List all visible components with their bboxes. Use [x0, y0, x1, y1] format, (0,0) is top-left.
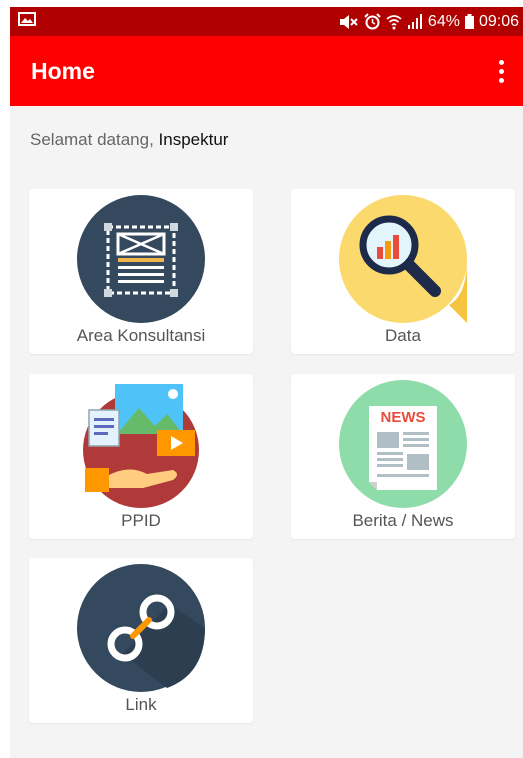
app-bar: Home: [10, 36, 523, 106]
signal-icon: [407, 14, 423, 29]
menu-tile-data[interactable]: Data: [291, 189, 515, 354]
welcome-message: Selamat datang, Inspektur: [30, 130, 228, 150]
status-bar: 64% 09:06: [10, 7, 523, 36]
media-hand-icon: [77, 380, 205, 508]
more-vert-dot: [498, 77, 504, 83]
menu-tile-area-konsultansi[interactable]: Area Konsultansi: [29, 189, 253, 354]
more-vert-dot: [498, 68, 504, 74]
more-vert-icon: [498, 59, 504, 65]
link-icon: [77, 564, 205, 692]
welcome-prefix: Selamat datang,: [30, 130, 154, 149]
wifi-icon: [386, 14, 402, 30]
menu-tile-label: Area Konsultansi: [76, 326, 206, 345]
home-content: Selamat datang, Inspektur Area Konsultan…: [10, 106, 523, 758]
overflow-menu-button[interactable]: [489, 53, 513, 89]
menu-tile-label: Data: [385, 326, 421, 345]
menu-tile-label: Berita / News: [352, 511, 454, 530]
menu-tile-berita-news[interactable]: NEWS Berita / News: [291, 374, 515, 539]
menu-tile-ppid[interactable]: PPID: [29, 374, 253, 539]
magnifier-chart-icon: [339, 195, 467, 323]
menu-tile-label: Link: [125, 695, 157, 714]
newspaper-icon: NEWS: [339, 380, 467, 508]
menu-tile-link[interactable]: Link: [29, 558, 253, 723]
gallery-notification-icon: [18, 12, 36, 31]
battery-icon: [464, 14, 474, 29]
mute-icon: [339, 14, 359, 30]
clock: 09:06: [478, 12, 519, 30]
battery-percent: 64%: [427, 12, 460, 30]
user-name: Inspektur: [158, 130, 229, 149]
newspaper-heading: NEWS: [381, 409, 426, 426]
menu-tile-label: PPID: [121, 511, 161, 530]
alarm-icon: [364, 13, 381, 30]
document-frame-icon: [77, 195, 205, 323]
page-title: Home: [31, 57, 95, 84]
